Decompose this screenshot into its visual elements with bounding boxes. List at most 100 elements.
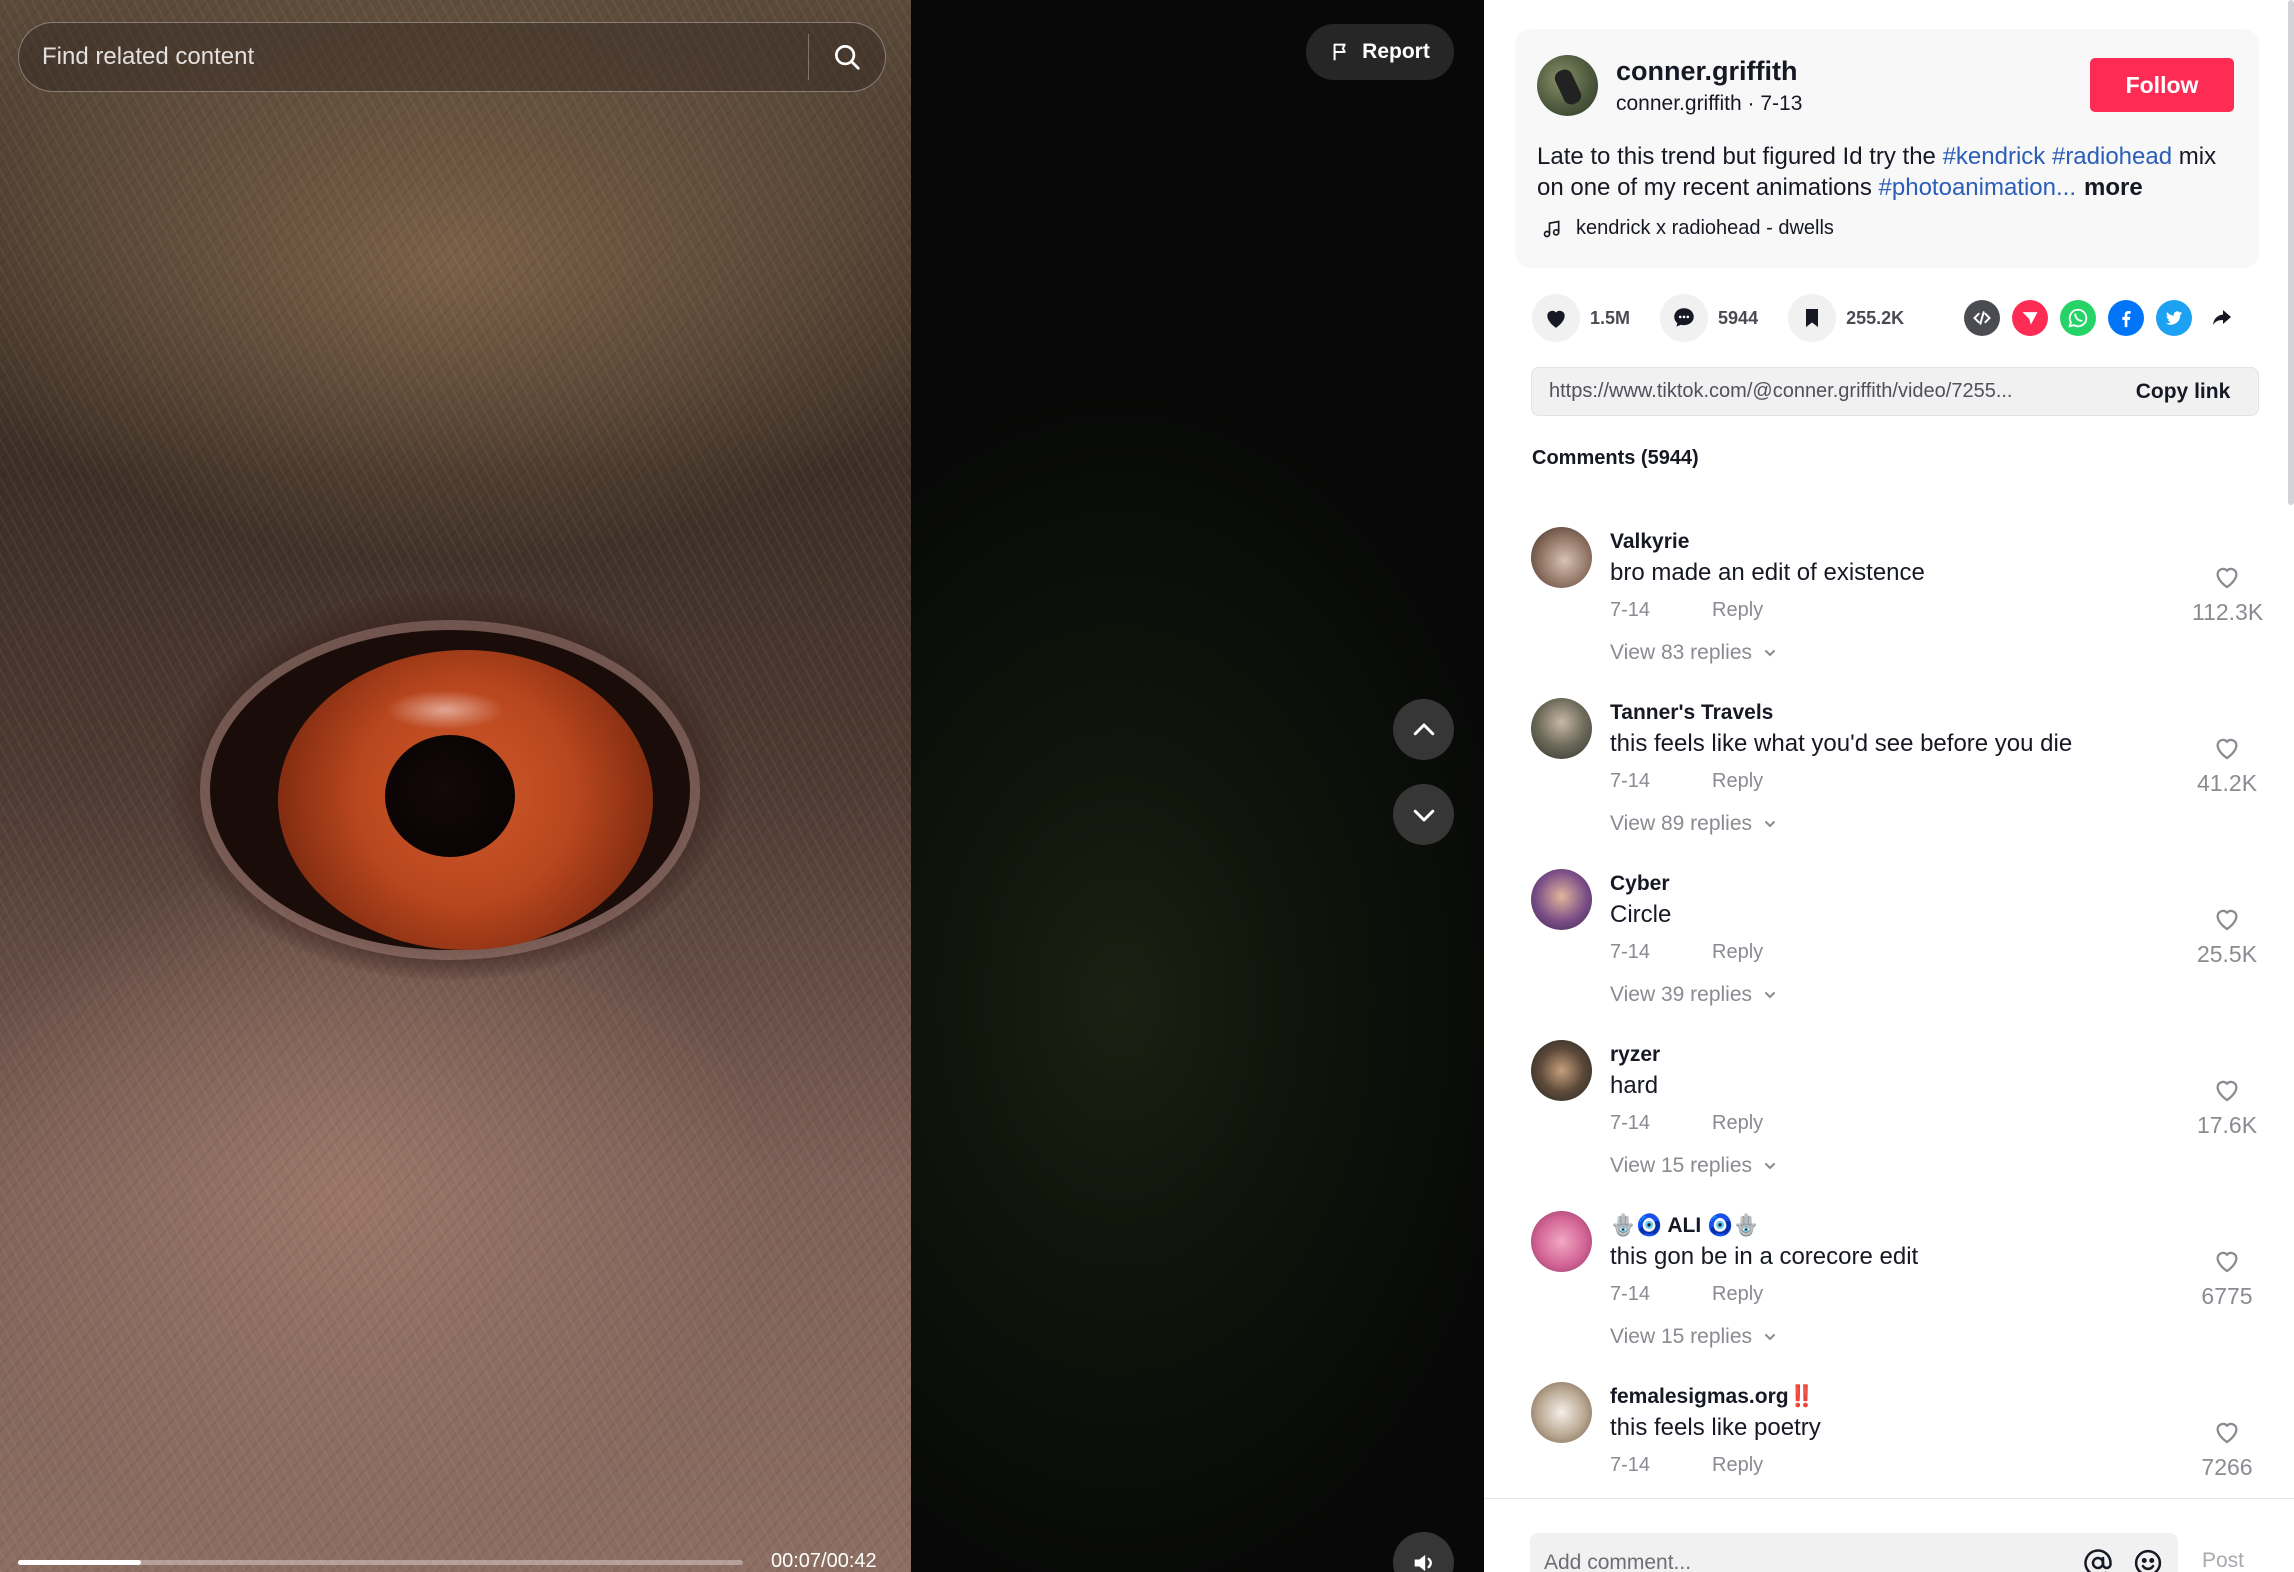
comment-username[interactable]: Tanner's Travels xyxy=(1610,701,1773,725)
comment-username[interactable]: femalesigmas.org‼️ xyxy=(1610,1385,1815,1409)
comment-date: 7-14 xyxy=(1610,1283,1651,1305)
video-link-text[interactable]: https://www.tiktok.com/@conner.griffith/… xyxy=(1532,380,2108,403)
chevron-down-icon xyxy=(1765,1163,1776,1170)
view-replies-label: View 89 replies xyxy=(1610,812,1753,835)
comment-like-button[interactable]: 25.5K xyxy=(2192,904,2262,968)
reply-button[interactable]: Reply xyxy=(1712,599,1763,622)
reply-button[interactable]: Reply xyxy=(1712,941,1763,964)
view-replies-button[interactable]: View 15 replies xyxy=(1610,1154,1778,1178)
description-text: Late to this trend but figured Id try th… xyxy=(1537,143,1943,170)
author-avatar[interactable] xyxy=(1537,55,1598,116)
save-button[interactable] xyxy=(1788,294,1837,342)
panel-scrollbar[interactable] xyxy=(2288,0,2294,505)
progress-fill xyxy=(18,1560,142,1565)
comment-avatar[interactable] xyxy=(1531,869,1592,930)
reply-button[interactable]: Reply xyxy=(1712,1112,1763,1135)
comment-like-count: 112.3K xyxy=(2192,599,2264,625)
report-button[interactable]: Report xyxy=(1306,24,1454,80)
save-stat: 255.2K xyxy=(1788,294,1904,342)
facebook-icon xyxy=(2122,310,2131,328)
comment-text: this feels like poetry xyxy=(1610,1414,1821,1441)
hashtag-link[interactable]: #photoanimation... xyxy=(1879,174,2076,201)
hashtag-link[interactable]: #radiohead xyxy=(2052,143,2172,170)
comment-item: Valkyrie bro made an edit of existence 7… xyxy=(1484,500,2294,671)
follow-button[interactable]: Follow xyxy=(2090,58,2234,112)
comment-username[interactable]: Valkyrie xyxy=(1610,530,1689,554)
volume-icon xyxy=(1414,1554,1432,1571)
reply-button[interactable]: Reply xyxy=(1712,1283,1763,1306)
comment-like-count: 6775 xyxy=(2201,1283,2253,1309)
comment-avatar[interactable] xyxy=(1531,1382,1592,1443)
share-arrow-icon xyxy=(2213,310,2231,325)
video-link-box: https://www.tiktok.com/@conner.griffith/… xyxy=(1531,367,2259,416)
comment-input[interactable] xyxy=(1530,1551,2078,1572)
comment-like-button[interactable]: 6775 xyxy=(2192,1246,2262,1310)
eye-glint xyxy=(385,690,505,730)
next-video-button[interactable] xyxy=(1393,784,1454,845)
comment-item: 🪬🧿 ALI 🧿🪬 this gon be in a corecore edit… xyxy=(1484,1184,2294,1355)
like-button[interactable] xyxy=(1532,294,1580,342)
facebook-share-button[interactable] xyxy=(2108,300,2144,336)
mention-button[interactable] xyxy=(2078,1543,2118,1572)
like-count: 1.5M xyxy=(1590,307,1631,328)
comments-list[interactable]: Valkyrie bro made an edit of existence 7… xyxy=(1484,500,2294,1500)
emoji-button[interactable] xyxy=(2128,1543,2168,1572)
music-link[interactable]: kendrick x radiohead - dwells xyxy=(1542,217,1834,240)
embed-button[interactable] xyxy=(1964,300,2000,336)
more-link[interactable]: more xyxy=(2084,174,2143,201)
bookmark-icon xyxy=(1806,309,1819,327)
comment-username[interactable]: 🪬🧿 ALI 🧿🪬 xyxy=(1610,1214,1759,1238)
comment-avatar[interactable] xyxy=(1531,1211,1592,1272)
previous-video-button[interactable] xyxy=(1393,699,1454,760)
comment-avatar[interactable] xyxy=(1531,527,1592,588)
search-button[interactable] xyxy=(809,23,885,91)
comment-like-button[interactable]: 41.2K xyxy=(2192,733,2262,797)
view-replies-label: View 39 replies xyxy=(1610,983,1753,1006)
comment-date: 7-14 xyxy=(1610,941,1651,963)
hashtag-link[interactable]: #kendrick xyxy=(1943,143,2046,170)
heart-outline-icon xyxy=(2216,1422,2238,1444)
author-name[interactable]: conner.griffith xyxy=(1616,56,1798,87)
reply-button[interactable]: Reply xyxy=(1712,1454,1763,1477)
copy-link-button[interactable]: Copy link xyxy=(2108,380,2258,404)
view-replies-button[interactable]: View 89 replies xyxy=(1610,812,1778,836)
comment-username[interactable]: ryzer xyxy=(1610,1043,1660,1067)
reply-button[interactable]: Reply xyxy=(1712,770,1763,793)
comment-username[interactable]: Cyber xyxy=(1610,872,1670,896)
comment-avatar[interactable] xyxy=(1531,1040,1592,1101)
post-button[interactable]: Post xyxy=(2202,1549,2244,1572)
chevron-down-icon xyxy=(1765,650,1776,657)
send-to-friends-button[interactable] xyxy=(2012,300,2048,336)
comment-like-count: 41.2K xyxy=(2196,770,2258,796)
volume-button[interactable] xyxy=(1393,1532,1454,1572)
comment-date: 7-14 xyxy=(1610,770,1651,792)
emoji-icon xyxy=(2134,1549,2162,1572)
view-replies-button[interactable]: View 83 replies xyxy=(1610,641,1778,665)
comment-like-button[interactable]: 17.6K xyxy=(2192,1075,2262,1139)
twitter-share-button[interactable] xyxy=(2156,300,2192,336)
progress-bar[interactable] xyxy=(18,1560,743,1565)
comment-like-button[interactable]: 7266 xyxy=(2192,1417,2262,1481)
whatsapp-share-button[interactable] xyxy=(2060,300,2096,336)
comment-button[interactable] xyxy=(1660,294,1709,342)
video-frame[interactable] xyxy=(0,0,911,1572)
comment-avatar[interactable] xyxy=(1531,698,1592,759)
chevron-down-icon xyxy=(1765,821,1776,828)
search-input[interactable] xyxy=(19,23,808,91)
more-share-button[interactable] xyxy=(2204,300,2240,336)
comment-item: femalesigmas.org‼️ this feels like poetr… xyxy=(1484,1355,2294,1500)
heart-outline-icon xyxy=(2216,909,2238,931)
report-label: Report xyxy=(1362,40,1430,63)
twitter-icon xyxy=(2165,311,2183,325)
view-replies-button[interactable]: View 39 replies xyxy=(1610,983,1778,1007)
comment-date: 7-14 xyxy=(1610,1454,1651,1476)
comment-count: 5944 xyxy=(1718,307,1759,328)
video-stage[interactable]: Report 00:07/00:42 xyxy=(0,0,1484,1572)
heart-outline-icon xyxy=(2216,567,2238,589)
heart-outline-icon xyxy=(2216,1080,2238,1102)
comment-like-count: 7266 xyxy=(2201,1454,2253,1480)
comment-like-button[interactable]: 112.3K xyxy=(2192,562,2264,626)
page: Report 00:07/00:42 conner.griffith conne… xyxy=(0,0,2294,1572)
flag-icon xyxy=(1333,43,1346,61)
view-replies-button[interactable]: View 15 replies xyxy=(1610,1325,1778,1349)
